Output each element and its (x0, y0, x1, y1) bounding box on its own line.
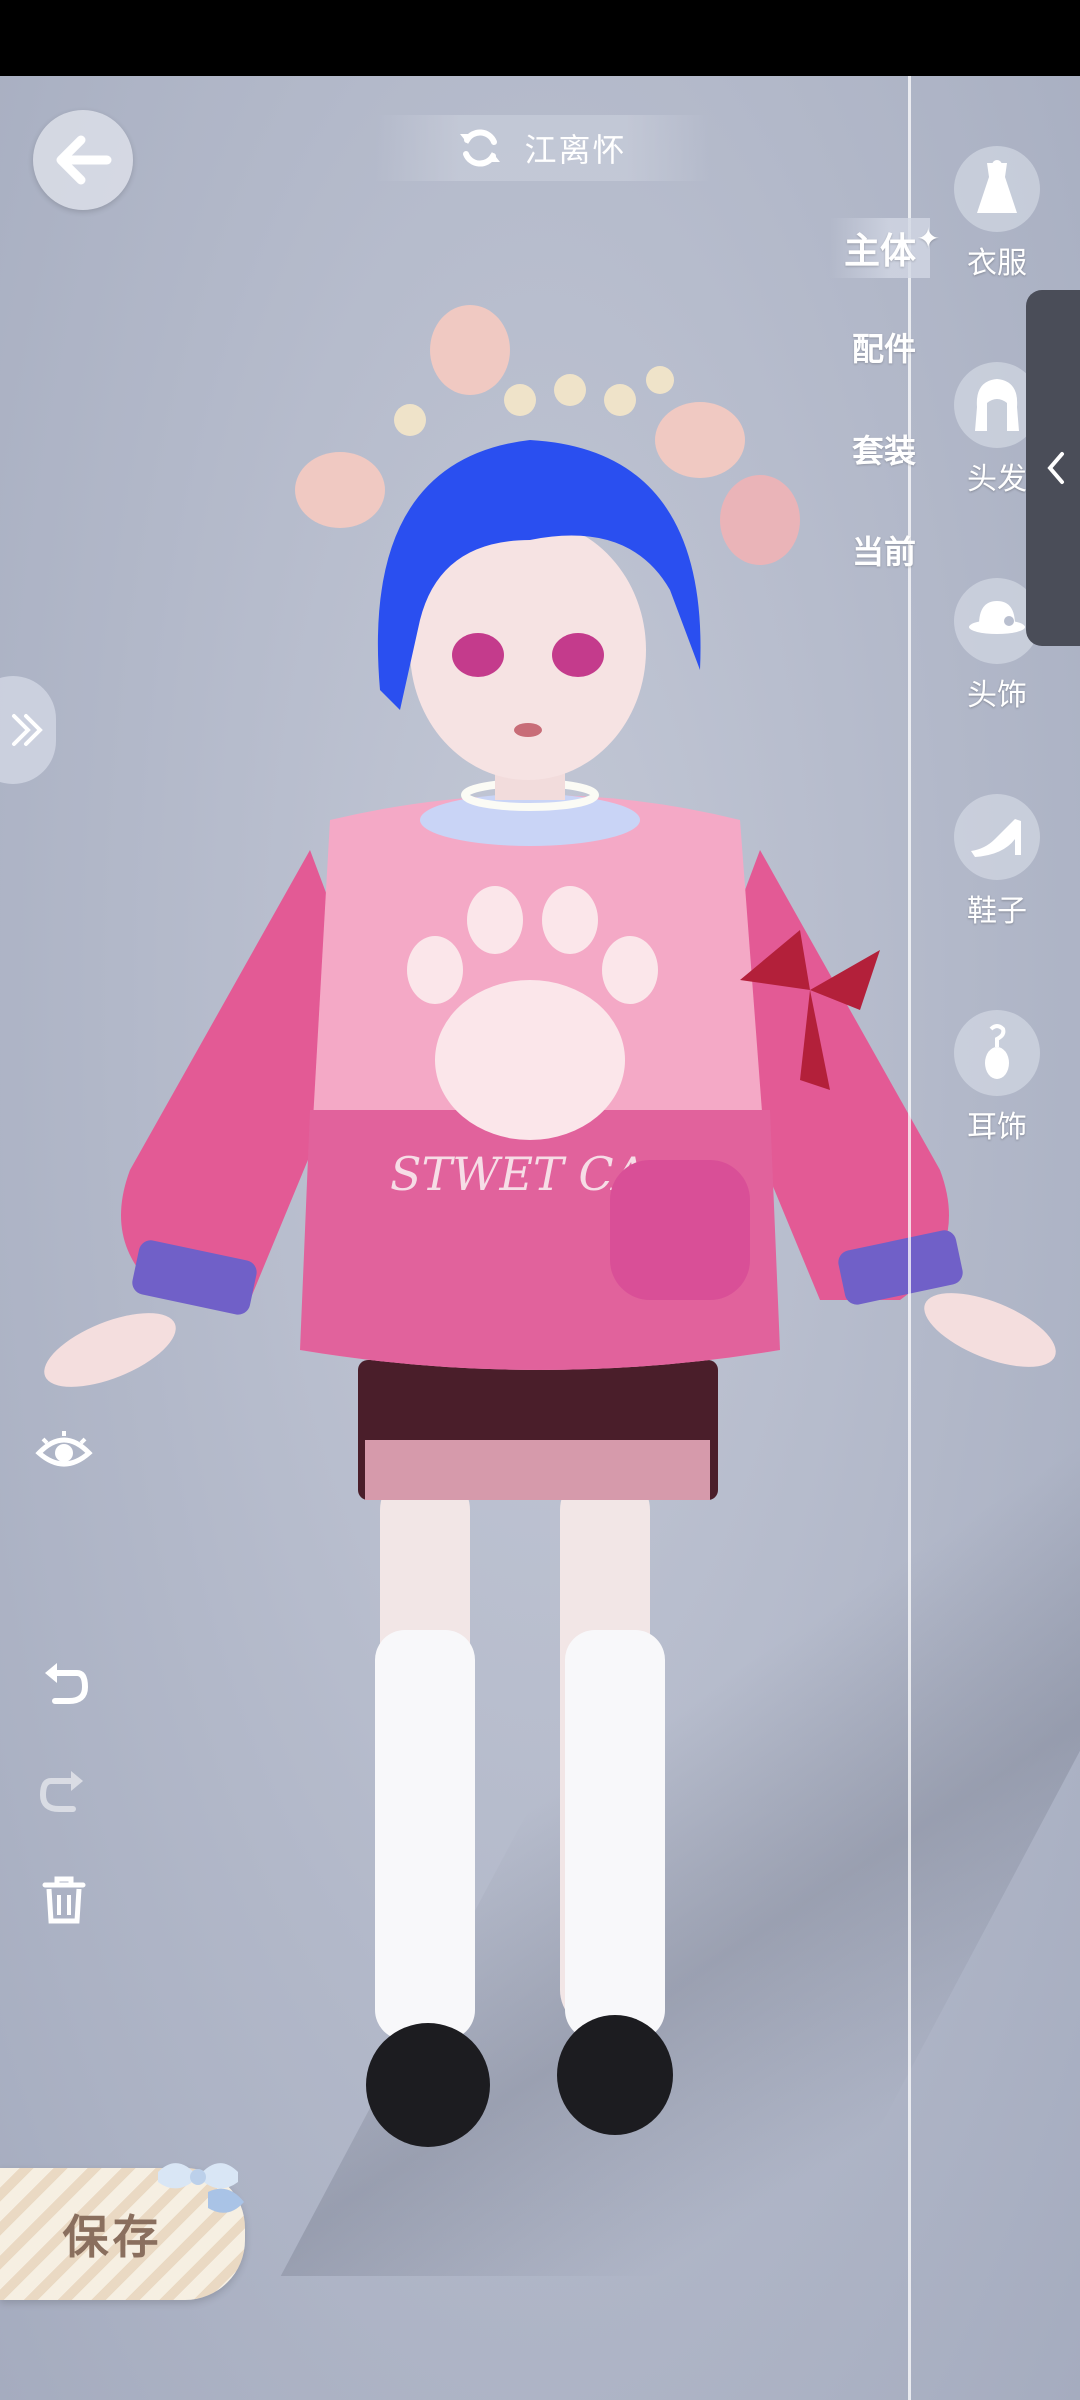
character-name: 江离怀 (524, 131, 627, 169)
back-arrow-icon (56, 135, 112, 185)
flower-4 (720, 475, 800, 565)
flower-1 (295, 452, 385, 528)
undo-icon (45, 1663, 89, 1704)
chevron-left-icon (1047, 452, 1064, 484)
mouth (514, 723, 542, 737)
flower-3 (655, 402, 745, 478)
left-sock (375, 1630, 475, 2040)
delete-button[interactable] (32, 1868, 96, 1932)
character-model[interactable]: STWET CA (40, 290, 1060, 2190)
berry-4 (394, 404, 426, 436)
subtab-main[interactable]: 主体 ✦ (829, 218, 940, 278)
panel-divider (908, 76, 911, 2400)
berry-3 (604, 384, 636, 416)
double-chevron-right-icon (12, 714, 43, 746)
paw-toe-3 (542, 886, 598, 954)
character-name-bar[interactable]: 江离怀 (375, 115, 710, 181)
right-hand (924, 1293, 1056, 1367)
subtab-current[interactable]: 当前 (852, 527, 916, 573)
subtab-accessories[interactable]: 配件 (852, 324, 916, 370)
cat-pouch (610, 1160, 750, 1300)
paw-toe-1 (407, 936, 463, 1004)
collar (420, 794, 640, 846)
right-sock (565, 1630, 665, 2040)
category-earrings[interactable]: 耳饰 (945, 1010, 1049, 1146)
flower-2 (430, 305, 510, 395)
refresh-icon[interactable] (458, 126, 502, 170)
earring-icon (954, 1010, 1040, 1096)
status-bar (0, 0, 1080, 76)
subtab-outfits[interactable]: 套装 (852, 426, 916, 472)
right-eye (552, 633, 604, 677)
undo-button[interactable] (32, 1652, 96, 1716)
trash-icon (42, 1876, 86, 1924)
paw-toe-2 (467, 886, 523, 954)
paw-pad (435, 980, 625, 1140)
subtab-label: 套装 (851, 432, 916, 470)
left-shoe (366, 2023, 490, 2147)
left-eye (452, 633, 504, 677)
right-shoe (557, 2015, 673, 2135)
category-label: 鞋子 (967, 894, 1027, 929)
skirt-band (365, 1440, 710, 1500)
category-label: 头饰 (967, 678, 1027, 713)
subtab-label: 主体 (843, 231, 916, 272)
subtab-label: 配件 (851, 330, 916, 368)
sweater-text: STWET CA (390, 1147, 647, 1201)
category-shoes[interactable]: 鞋子 (945, 794, 1049, 930)
redo-button[interactable] (32, 1760, 96, 1824)
dress-icon (954, 146, 1040, 232)
eye-icon (35, 1431, 93, 1467)
berry-5 (646, 366, 674, 394)
collapse-panel-handle[interactable] (1026, 290, 1080, 646)
left-hand (44, 1313, 176, 1387)
paw-toe-4 (602, 936, 658, 1004)
category-clothes[interactable]: 衣服 (945, 146, 1049, 282)
berry-2 (554, 374, 586, 406)
subtab-label: 当前 (851, 533, 916, 571)
category-label: 衣服 (967, 246, 1027, 281)
redo-icon (39, 1771, 83, 1812)
category-label: 耳饰 (967, 1110, 1027, 1145)
bow-decoration-icon (158, 2163, 244, 2213)
sparkle-icon: ✦ (916, 222, 940, 255)
back-button[interactable] (33, 110, 133, 210)
toggle-visibility-button[interactable] (32, 1420, 96, 1484)
high-heel-icon (954, 794, 1040, 880)
berry-1 (504, 384, 536, 416)
